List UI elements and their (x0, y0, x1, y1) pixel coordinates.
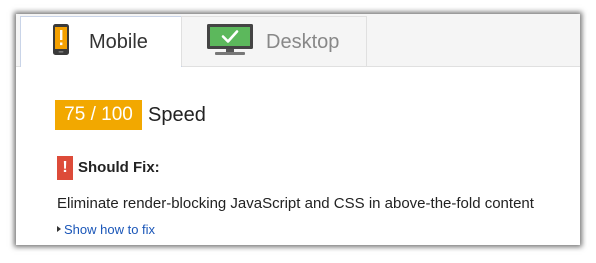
score-label: Speed (148, 104, 206, 126)
rule-description: Eliminate render-blocking JavaScript and… (57, 195, 534, 212)
monitor-check-icon (207, 24, 253, 55)
expand-triangle-icon (57, 226, 61, 232)
pagespeed-results-panel: Mobile Desktop 75 / 100 Speed ! Should F… (16, 14, 580, 245)
show-how-to-fix-label: Show how to fix (64, 222, 156, 237)
device-tab-bar: Mobile Desktop (16, 14, 580, 67)
tab-desktop[interactable]: Desktop (181, 16, 367, 66)
should-fix-label: Should Fix: (78, 159, 160, 176)
warning-icon: ! (57, 156, 73, 180)
tab-desktop-label: Desktop (266, 31, 340, 53)
phone-warning-icon (53, 24, 69, 55)
tab-mobile-label: Mobile (89, 31, 148, 53)
score-badge: 75 / 100 (55, 100, 142, 130)
tab-mobile[interactable]: Mobile (20, 16, 182, 67)
